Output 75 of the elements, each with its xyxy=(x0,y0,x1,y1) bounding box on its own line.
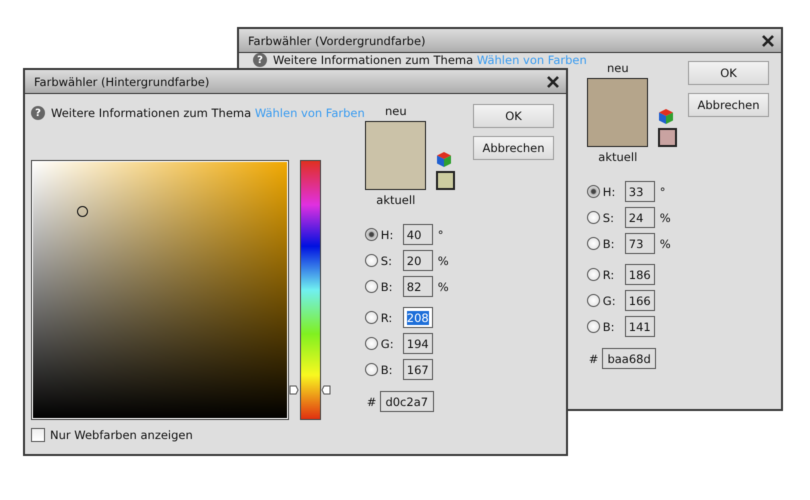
new-color-swatch xyxy=(364,121,426,190)
radio-button[interactable] xyxy=(364,280,378,293)
radio-button[interactable] xyxy=(586,320,600,333)
current-color-swatch[interactable] xyxy=(436,171,455,190)
checkbox-label: Nur Webfarben anzeigen xyxy=(50,428,193,442)
current-color-swatch[interactable] xyxy=(658,128,677,147)
help-text: Weitere Informationen zum Thema xyxy=(51,106,252,120)
field-label: R: xyxy=(602,268,616,282)
ok-button[interactable]: OK xyxy=(473,104,554,128)
window-title: Farbwähler (Hintergrundfarbe) xyxy=(34,74,210,88)
input-field[interactable]: 208 xyxy=(402,307,433,328)
radio-button[interactable] xyxy=(586,268,600,281)
input-field[interactable]: 82 xyxy=(402,276,433,297)
new-label: neu xyxy=(606,61,630,75)
input-field[interactable]: 20 xyxy=(402,250,433,271)
current-label: aktuell xyxy=(375,193,416,207)
field-label: H: xyxy=(602,184,616,198)
picker-marker[interactable] xyxy=(77,206,88,217)
help-text: Weitere Informationen zum Thema xyxy=(273,53,474,67)
unit-label: % xyxy=(660,236,671,250)
input-field[interactable]: 33 xyxy=(624,181,655,202)
input-field[interactable]: 141 xyxy=(624,316,655,337)
close-icon xyxy=(762,34,774,46)
window-title: Farbwähler (Vordergrundfarbe) xyxy=(248,34,426,48)
radio-button[interactable] xyxy=(586,294,600,307)
field-label: G: xyxy=(380,336,395,350)
close-button[interactable] xyxy=(546,74,560,88)
hex-field[interactable]: baa68d xyxy=(602,348,656,369)
checkbox[interactable] xyxy=(31,428,45,442)
input-field[interactable]: 194 xyxy=(402,333,433,354)
radio-button[interactable] xyxy=(364,311,378,324)
hex-label: # xyxy=(588,352,598,366)
input-field[interactable]: 40 xyxy=(402,224,433,245)
new-label: neu xyxy=(384,104,408,118)
radio-button[interactable] xyxy=(586,211,600,224)
help-icon[interactable]: ? xyxy=(31,106,45,120)
field-label: B: xyxy=(380,280,394,294)
radio-button[interactable] xyxy=(364,363,378,376)
hue-slider[interactable] xyxy=(289,160,331,420)
input-field[interactable]: 167 xyxy=(402,359,433,380)
radio-button[interactable] xyxy=(364,254,378,267)
input-field[interactable]: 166 xyxy=(624,290,655,311)
cancel-button[interactable]: Abbrechen xyxy=(688,93,769,117)
field-label: B: xyxy=(380,362,394,376)
field-label: B: xyxy=(602,236,616,250)
radio-button[interactable] xyxy=(586,185,600,198)
hex-field[interactable]: d0c2a7 xyxy=(380,391,434,412)
input-field[interactable]: 73 xyxy=(624,233,655,254)
field-label: B: xyxy=(602,320,616,334)
field-label: S: xyxy=(380,254,393,268)
radio-button[interactable] xyxy=(586,237,600,250)
close-button[interactable] xyxy=(761,34,775,48)
field-label: S: xyxy=(602,210,615,224)
unit-label: % xyxy=(438,280,449,294)
unit-label: % xyxy=(660,210,671,224)
unit-label: ° xyxy=(438,228,444,242)
new-color-swatch xyxy=(586,78,648,147)
cube-icon xyxy=(658,108,674,125)
unit-label: ° xyxy=(660,184,666,198)
field-label: R: xyxy=(380,310,394,324)
color-field[interactable] xyxy=(31,160,289,420)
cancel-button[interactable]: Abbrechen xyxy=(473,136,554,160)
input-field[interactable]: 186 xyxy=(624,264,655,285)
input-field[interactable]: 24 xyxy=(624,207,655,228)
radio-button[interactable] xyxy=(364,337,378,350)
help-icon[interactable]: ? xyxy=(253,53,267,67)
hex-label: # xyxy=(366,394,376,408)
field-label: H: xyxy=(380,228,394,242)
radio-button[interactable] xyxy=(364,228,378,241)
unit-label: % xyxy=(438,254,449,268)
current-label: aktuell xyxy=(597,150,638,164)
close-icon xyxy=(547,76,559,88)
field-label: G: xyxy=(602,294,617,308)
cube-icon xyxy=(436,151,452,168)
ok-button[interactable]: OK xyxy=(688,61,769,85)
